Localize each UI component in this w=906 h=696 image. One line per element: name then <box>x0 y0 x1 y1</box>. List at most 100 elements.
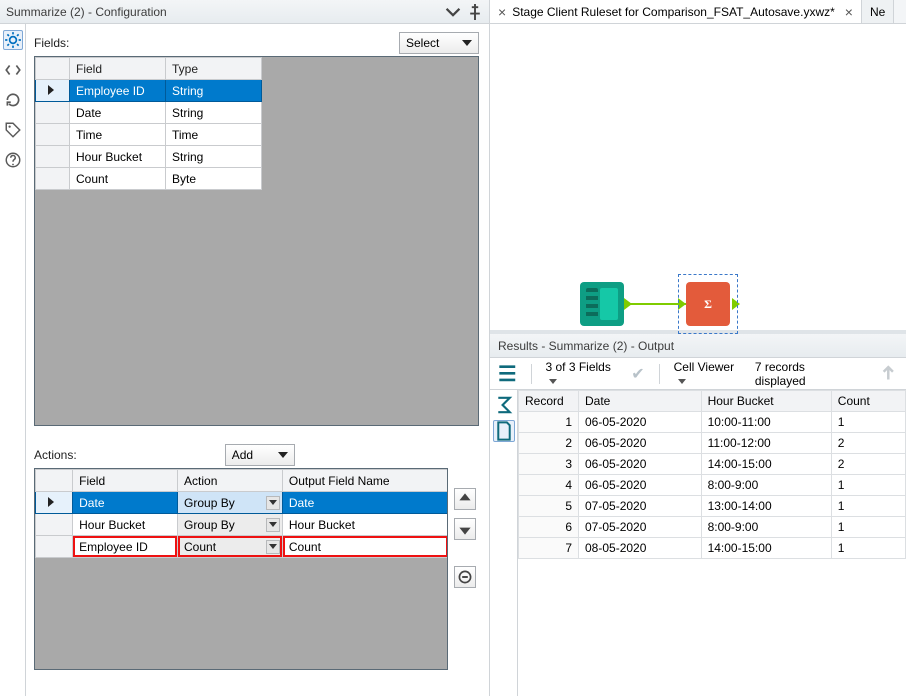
remove-button[interactable] <box>454 566 476 588</box>
cell-field[interactable]: Employee ID <box>73 536 178 558</box>
workflow-tab-active[interactable]: × Stage Client Ruleset for Comparison_FS… <box>490 0 862 24</box>
row-header-corner <box>36 58 70 80</box>
chevron-down-icon[interactable] <box>266 518 280 532</box>
sigma-icon[interactable] <box>493 394 515 416</box>
cell-field[interactable]: Time <box>70 124 166 146</box>
cell-action[interactable]: Count <box>178 536 283 558</box>
gear-icon[interactable] <box>3 30 23 50</box>
config-side-icons <box>0 24 26 696</box>
cell-field[interactable]: Hour Bucket <box>70 146 166 168</box>
code-icon[interactable] <box>3 60 23 80</box>
right-panel: × Stage Client Ruleset for Comparison_FS… <box>490 0 906 696</box>
chevron-down-icon <box>278 452 288 458</box>
add-dropdown[interactable]: Add <box>225 444 295 466</box>
fields-label: Fields: <box>34 36 69 54</box>
select-dropdown[interactable]: Select <box>399 32 479 54</box>
cell-field[interactable]: Employee ID <box>70 80 166 102</box>
page-icon[interactable] <box>493 420 515 442</box>
config-header: Summarize (2) - Configuration <box>0 0 489 24</box>
cell-field[interactable]: Count <box>70 168 166 190</box>
fields-grid[interactable]: Field Type Employee ID String Date Strin… <box>34 56 479 426</box>
cell-type[interactable]: String <box>166 102 262 124</box>
summarize-tool-node[interactable]: Σ <box>686 282 730 326</box>
cell-output[interactable]: Count <box>282 536 448 558</box>
table-row[interactable]: 708-05-202014:00-15:001 <box>519 538 906 559</box>
results-title: Results - Summarize (2) - Output <box>498 339 674 353</box>
actions-label: Actions: <box>34 448 77 466</box>
col-action[interactable]: Action <box>178 470 283 492</box>
close-icon[interactable]: × <box>498 4 506 20</box>
anchor-in-icon[interactable] <box>678 298 686 310</box>
fields-row[interactable]: Count Byte <box>36 168 262 190</box>
results-toolbar: 3 of 3 Fields ✔ Cell Viewer 7 records di… <box>490 358 906 390</box>
col-type[interactable]: Type <box>166 58 262 80</box>
actions-row-highlighted[interactable]: Employee ID Count Count <box>36 536 449 558</box>
results-table[interactable]: Record Date Hour Bucket Count 106-05-202… <box>518 390 906 559</box>
cell-output[interactable]: Hour Bucket <box>282 514 448 536</box>
col-hour-bucket[interactable]: Hour Bucket <box>701 391 831 412</box>
configuration-panel: Summarize (2) - Configuration Fields: Se… <box>0 0 490 696</box>
fields-row[interactable]: Time Time <box>36 124 262 146</box>
fields-row[interactable]: Hour Bucket String <box>36 146 262 168</box>
move-down-button[interactable] <box>454 518 476 540</box>
col-output[interactable]: Output Field Name <box>282 470 448 492</box>
row-header-corner <box>36 470 73 492</box>
col-count[interactable]: Count <box>831 391 905 412</box>
cell-type[interactable]: Byte <box>166 168 262 190</box>
arrow-up-icon[interactable] <box>879 364 898 384</box>
refresh-icon[interactable] <box>3 90 23 110</box>
cell-type[interactable]: Time <box>166 124 262 146</box>
fields-row[interactable]: Employee ID String <box>36 80 262 102</box>
anchor-out-icon[interactable] <box>732 298 740 310</box>
check-icon[interactable]: ✔ <box>631 364 644 384</box>
col-field[interactable]: Field <box>70 58 166 80</box>
tab-label: Ne <box>870 5 885 19</box>
table-row[interactable]: 206-05-202011:00-12:002 <box>519 433 906 454</box>
cell-field[interactable]: Date <box>70 102 166 124</box>
table-row[interactable]: 507-05-202013:00-14:001 <box>519 496 906 517</box>
row-pointer-icon <box>48 85 54 95</box>
actions-row[interactable]: Date Group By Date <box>36 492 449 514</box>
cell-viewer-dropdown[interactable]: Cell Viewer <box>674 360 741 388</box>
table-row[interactable]: 406-05-20208:00-9:001 <box>519 475 906 496</box>
cell-action[interactable]: Group By <box>178 492 283 514</box>
actions-row[interactable]: Hour Bucket Group By Hour Bucket <box>36 514 449 536</box>
table-row[interactable]: 607-05-20208:00-9:001 <box>519 517 906 538</box>
tab-label: Stage Client Ruleset for Comparison_FSAT… <box>512 5 835 19</box>
list-icon[interactable] <box>498 364 517 384</box>
cell-type[interactable]: String <box>166 80 262 102</box>
tag-icon[interactable] <box>3 120 23 140</box>
config-title: Summarize (2) - Configuration <box>6 5 167 19</box>
pin-icon[interactable] <box>467 4 483 20</box>
row-pointer-icon <box>48 497 54 507</box>
cell-action[interactable]: Group By <box>178 514 283 536</box>
chevron-down-icon[interactable] <box>266 540 280 554</box>
close-icon[interactable]: × <box>845 4 853 20</box>
cell-output[interactable]: Date <box>282 492 448 514</box>
input-tool-node[interactable] <box>580 282 624 326</box>
actions-grid[interactable]: Field Action Output Field Name Date Grou… <box>34 468 448 670</box>
connection-wire[interactable] <box>624 303 686 305</box>
move-up-button[interactable] <box>454 488 476 510</box>
chevron-down-icon[interactable] <box>445 4 461 20</box>
cell-field[interactable]: Hour Bucket <box>73 514 178 536</box>
table-row[interactable]: 306-05-202014:00-15:002 <box>519 454 906 475</box>
chevron-down-icon[interactable] <box>266 496 280 510</box>
col-record[interactable]: Record <box>519 391 579 412</box>
col-field[interactable]: Field <box>73 470 178 492</box>
workflow-tab-inactive[interactable]: Ne <box>862 0 894 24</box>
records-displayed: 7 records displayed <box>755 360 852 388</box>
help-icon[interactable] <box>3 150 23 170</box>
add-label: Add <box>232 448 253 462</box>
results-header: Results - Summarize (2) - Output <box>490 334 906 358</box>
chevron-down-icon <box>462 40 472 46</box>
results-side-icons <box>490 390 518 696</box>
results-table-scroll[interactable]: Record Date Hour Bucket Count 106-05-202… <box>518 390 906 696</box>
fields-row[interactable]: Date String <box>36 102 262 124</box>
cell-type[interactable]: String <box>166 146 262 168</box>
cell-field[interactable]: Date <box>73 492 178 514</box>
fields-dropdown[interactable]: 3 of 3 Fields <box>545 360 617 388</box>
table-row[interactable]: 106-05-202010:00-11:001 <box>519 412 906 433</box>
workflow-canvas[interactable]: Σ <box>490 24 906 334</box>
col-date[interactable]: Date <box>579 391 702 412</box>
